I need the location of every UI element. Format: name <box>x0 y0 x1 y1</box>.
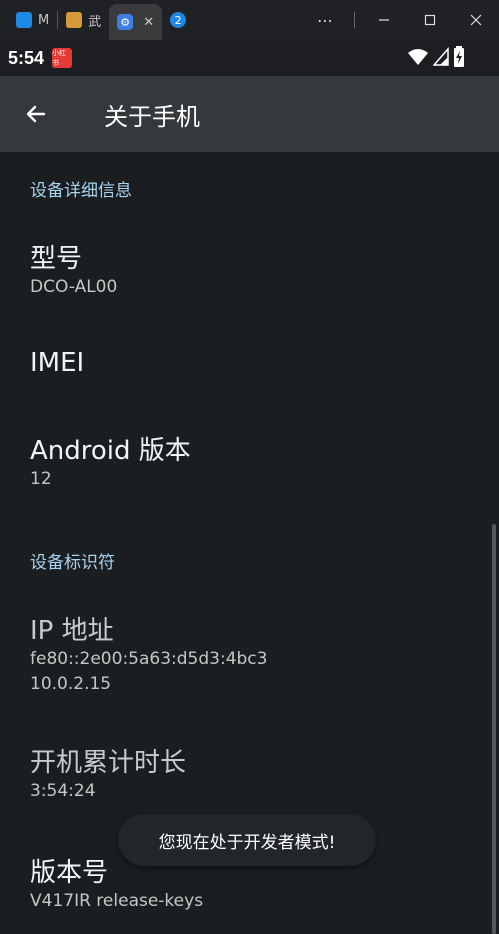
game-avatar-icon <box>66 12 83 28</box>
ip-address-value-ipv4: 10.0.2.15 <box>30 674 112 694</box>
section-header-device-identifiers: 设备标识符 <box>30 553 115 573</box>
app-bar: 关于手机 <box>0 76 499 152</box>
uptime-title: 开机累计时长 <box>30 748 187 778</box>
toast-message: 您现在处于开发者模式! <box>118 814 376 866</box>
maximize-icon[interactable] <box>407 0 453 40</box>
window-divider <box>354 12 355 28</box>
tab-maps[interactable]: M <box>8 0 57 40</box>
section-header-device-details: 设备详细信息 <box>30 181 132 201</box>
arrow-left-icon <box>26 105 46 123</box>
imei-title: IMEI <box>30 348 85 378</box>
ip-address-title: IP 地址 <box>30 616 114 646</box>
back-button[interactable] <box>16 94 56 134</box>
minimize-icon[interactable] <box>361 0 407 40</box>
more-options-icon[interactable]: ⋯ <box>302 0 348 40</box>
page-title: 关于手机 <box>104 102 200 131</box>
android-version-value: 12 <box>30 469 52 489</box>
tab-label: 武 <box>88 14 102 30</box>
status-time: 5:54 <box>8 47 45 68</box>
tab-count-badge[interactable]: 2 <box>170 12 187 28</box>
notification-app-label: 小红书 <box>52 49 67 67</box>
close-tab-icon[interactable]: ✕ <box>143 15 154 30</box>
build-number-value: V417IR release-keys <box>30 891 204 911</box>
status-bar: 5:54 小红书 <box>0 40 499 76</box>
battery-icon <box>454 46 464 67</box>
browser-tab-bar: M 武 ⚙ ✕ 2 ⋯ <box>0 0 499 40</box>
window-controls: ⋯ <box>302 0 499 40</box>
model-title: 型号 <box>30 244 83 274</box>
uptime-value: 3:54:24 <box>30 781 96 801</box>
close-window-icon[interactable] <box>453 0 499 40</box>
tab-label: M <box>38 12 50 28</box>
signal-icon <box>433 47 449 66</box>
scrollbar[interactable] <box>492 524 496 934</box>
model-value: DCO-AL00 <box>30 277 118 297</box>
settings-gear-icon: ⚙ <box>117 14 134 30</box>
notification-app-icon: 小红书 <box>52 48 73 68</box>
ip-address-value-ipv6: fe80::2e00:5a63:d5d3:4bc3 <box>30 649 268 669</box>
android-version-title: Android 版本 <box>30 436 191 466</box>
tab-game[interactable]: 武 <box>58 0 109 40</box>
build-number-title: 版本号 <box>30 858 109 888</box>
status-icons <box>407 46 465 68</box>
wifi-icon <box>408 49 428 65</box>
maps-app-icon <box>16 12 32 28</box>
tab-settings[interactable]: ⚙ ✕ <box>109 4 163 40</box>
